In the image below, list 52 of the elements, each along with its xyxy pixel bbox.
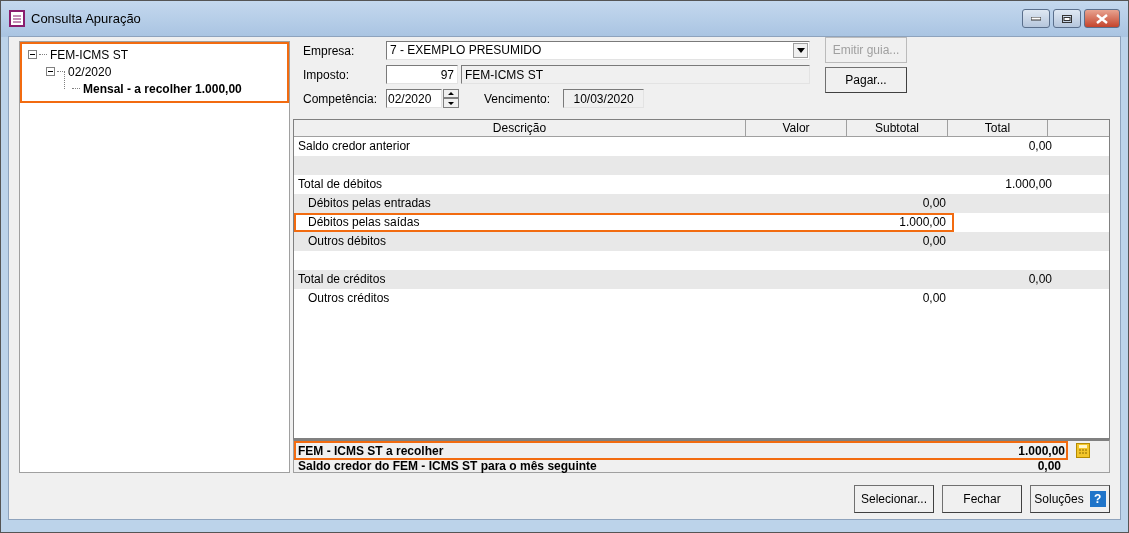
footer-button[interactable]: Fechar bbox=[942, 485, 1022, 513]
table-cell-text: 0,00 bbox=[921, 195, 947, 212]
column-header: Subtotal bbox=[847, 120, 948, 136]
window-title: Consulta Apuração bbox=[31, 9, 142, 28]
action-button[interactable]: Pagar... bbox=[825, 67, 907, 93]
spin-buttons-icon[interactable] bbox=[443, 89, 459, 108]
field-label: Empresa: bbox=[302, 42, 356, 60]
due-date-field[interactable]: 10/03/2020 bbox=[563, 89, 645, 108]
company-dropdown[interactable]: 7 - EXEMPLO PRESUMIDO bbox=[386, 41, 810, 60]
summary-value: 0,00 bbox=[1037, 457, 1062, 475]
close-icon bbox=[1096, 13, 1108, 24]
tree-item[interactable]: Mensal - a recolher 1.000,00 bbox=[83, 79, 242, 98]
table-cell-text: Total de créditos bbox=[297, 271, 387, 288]
column-header: Total bbox=[948, 120, 1048, 136]
table-cell-text: Saldo credor anterior bbox=[297, 138, 412, 155]
tax-name-field[interactable]: FEM-ICMS ST bbox=[461, 65, 810, 84]
table-cell-text: Total de débitos bbox=[297, 176, 384, 193]
table-cell-text: 0,00 bbox=[1027, 138, 1053, 155]
collapse-toggle-icon[interactable] bbox=[46, 67, 55, 76]
help-icon: ? bbox=[1089, 491, 1106, 507]
table-cell-text: 0,00 bbox=[1027, 271, 1053, 288]
minimize-button[interactable] bbox=[1022, 9, 1050, 28]
footer-button[interactable]: Selecionar... bbox=[854, 485, 934, 513]
table-cell-text: 0,00 bbox=[921, 233, 947, 250]
field-label: Vencimento: bbox=[484, 90, 551, 108]
close-button[interactable] bbox=[1084, 9, 1120, 28]
tax-code-field[interactable]: 97 bbox=[386, 65, 458, 84]
tree-item[interactable]: 02/2020 bbox=[68, 62, 112, 81]
table-cell-text: 1.000,00 bbox=[898, 214, 947, 231]
collapse-toggle-icon[interactable] bbox=[28, 50, 37, 59]
tree-item[interactable]: FEM-ICMS ST bbox=[50, 45, 128, 64]
table-cell-text: Débitos pelas saídas bbox=[307, 214, 421, 231]
table-cell-text: Outros créditos bbox=[307, 290, 391, 307]
column-header: Valor bbox=[746, 120, 847, 136]
period-field[interactable]: 02/2020 bbox=[386, 89, 442, 108]
table-cell-text: 1.000,00 bbox=[1004, 176, 1053, 193]
table-cell-text: Débitos pelas entradas bbox=[307, 195, 432, 212]
table-cell-text: Outros débitos bbox=[307, 233, 388, 250]
dropdown-value: 7 - EXEMPLO PRESUMIDO bbox=[390, 42, 542, 59]
field-label: Imposto: bbox=[302, 66, 351, 84]
minimize-icon bbox=[1031, 16, 1041, 21]
summary-label: Saldo credor do FEM - ICMS ST para o mês seguinte bbox=[297, 457, 598, 475]
table-cell-text: 0,00 bbox=[921, 290, 947, 307]
summary-value: 1.000,00 bbox=[1018, 442, 1066, 460]
field-label: Competência: bbox=[302, 90, 379, 108]
maximize-button[interactable] bbox=[1053, 9, 1081, 28]
calculator-icon[interactable] bbox=[1076, 443, 1090, 458]
summary-label: FEM - ICMS ST a recolher bbox=[297, 442, 445, 460]
column-header: Descrição bbox=[294, 120, 746, 136]
maximize-icon bbox=[1062, 14, 1072, 23]
footer-button[interactable]: Soluções ? bbox=[1030, 485, 1110, 513]
document-icon bbox=[9, 10, 25, 27]
